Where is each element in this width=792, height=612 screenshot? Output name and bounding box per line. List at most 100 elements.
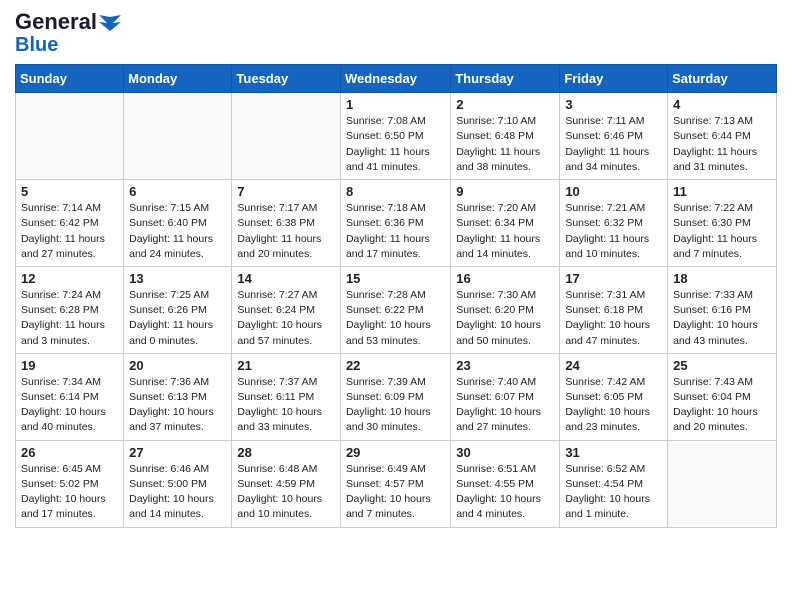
- weekday-header-sunday: Sunday: [16, 65, 124, 93]
- calendar-week-row: 26 Sunrise: 6:45 AM Sunset: 5:02 PM Dayli…: [16, 440, 777, 527]
- weekday-header-wednesday: Wednesday: [340, 65, 450, 93]
- calendar-table: SundayMondayTuesdayWednesdayThursdayFrid…: [15, 64, 777, 527]
- day-info: Sunrise: 7:18 AM Sunset: 6:36 PM Dayligh…: [346, 201, 445, 262]
- day-info: Sunrise: 7:30 AM Sunset: 6:20 PM Dayligh…: [456, 288, 554, 349]
- logo: General Blue: [15, 10, 121, 56]
- calendar-cell: [232, 93, 341, 180]
- page-header: General Blue: [15, 10, 777, 56]
- logo-bird-icon: [99, 15, 121, 31]
- day-info: Sunrise: 7:21 AM Sunset: 6:32 PM Dayligh…: [565, 201, 662, 262]
- day-number: 7: [237, 184, 335, 199]
- calendar-cell: 12 Sunrise: 7:24 AM Sunset: 6:28 PM Dayli…: [16, 266, 124, 353]
- calendar-cell: 21 Sunrise: 7:37 AM Sunset: 6:11 PM Dayli…: [232, 353, 341, 440]
- calendar-cell: 28 Sunrise: 6:48 AM Sunset: 4:59 PM Dayli…: [232, 440, 341, 527]
- calendar-cell: 26 Sunrise: 6:45 AM Sunset: 5:02 PM Dayli…: [16, 440, 124, 527]
- day-number: 31: [565, 445, 662, 460]
- day-number: 11: [673, 184, 771, 199]
- calendar-cell: 4Sunrise: 7:13 AM Sunset: 6:44 PM Daylig…: [668, 93, 777, 180]
- calendar-cell: 8 Sunrise: 7:18 AM Sunset: 6:36 PM Daylig…: [340, 180, 450, 267]
- day-info: Sunrise: 7:37 AM Sunset: 6:11 PM Dayligh…: [237, 375, 335, 436]
- day-info: Sunrise: 7:14 AM Sunset: 6:42 PM Dayligh…: [21, 201, 118, 262]
- day-number: 15: [346, 271, 445, 286]
- day-number: 20: [129, 358, 226, 373]
- day-number: 21: [237, 358, 335, 373]
- logo-blue-text: Blue: [15, 34, 58, 56]
- calendar-week-row: 12 Sunrise: 7:24 AM Sunset: 6:28 PM Dayli…: [16, 266, 777, 353]
- day-info: Sunrise: 7:08 AM Sunset: 6:50 PM Dayligh…: [346, 114, 445, 175]
- calendar-cell: 20 Sunrise: 7:36 AM Sunset: 6:13 PM Dayli…: [124, 353, 232, 440]
- day-info: Sunrise: 7:34 AM Sunset: 6:14 PM Dayligh…: [21, 375, 118, 436]
- weekday-header-row: SundayMondayTuesdayWednesdayThursdayFrid…: [16, 65, 777, 93]
- day-number: 28: [237, 445, 335, 460]
- day-number: 8: [346, 184, 445, 199]
- calendar-cell: 11 Sunrise: 7:22 AM Sunset: 6:30 PM Dayli…: [668, 180, 777, 267]
- calendar-cell: 24 Sunrise: 7:42 AM Sunset: 6:05 PM Dayli…: [560, 353, 668, 440]
- weekday-header-friday: Friday: [560, 65, 668, 93]
- day-number: 26: [21, 445, 118, 460]
- calendar-cell: 7 Sunrise: 7:17 AM Sunset: 6:38 PM Daylig…: [232, 180, 341, 267]
- day-info: Sunrise: 7:43 AM Sunset: 6:04 PM Dayligh…: [673, 375, 771, 436]
- day-number: 27: [129, 445, 226, 460]
- day-number: 12: [21, 271, 118, 286]
- day-info: Sunrise: 7:10 AM Sunset: 6:48 PM Dayligh…: [456, 114, 554, 175]
- day-info: Sunrise: 7:22 AM Sunset: 6:30 PM Dayligh…: [673, 201, 771, 262]
- day-info: Sunrise: 7:11 AM Sunset: 6:46 PM Dayligh…: [565, 114, 662, 175]
- calendar-week-row: 1 Sunrise: 7:08 AM Sunset: 6:50 PM Daylig…: [16, 93, 777, 180]
- day-info: Sunrise: 7:25 AM Sunset: 6:26 PM Dayligh…: [129, 288, 226, 349]
- day-number: 22: [346, 358, 445, 373]
- day-info: Sunrise: 7:17 AM Sunset: 6:38 PM Dayligh…: [237, 201, 335, 262]
- calendar-week-row: 19Sunrise: 7:34 AM Sunset: 6:14 PM Dayli…: [16, 353, 777, 440]
- calendar-cell: 9 Sunrise: 7:20 AM Sunset: 6:34 PM Daylig…: [451, 180, 560, 267]
- day-info: Sunrise: 7:15 AM Sunset: 6:40 PM Dayligh…: [129, 201, 226, 262]
- day-info: Sunrise: 6:51 AM Sunset: 4:55 PM Dayligh…: [456, 462, 554, 523]
- day-number: 16: [456, 271, 554, 286]
- calendar-cell: 30 Sunrise: 6:51 AM Sunset: 4:55 PM Dayli…: [451, 440, 560, 527]
- day-info: Sunrise: 7:20 AM Sunset: 6:34 PM Dayligh…: [456, 201, 554, 262]
- calendar-cell: 22 Sunrise: 7:39 AM Sunset: 6:09 PM Dayli…: [340, 353, 450, 440]
- calendar-cell: 5 Sunrise: 7:14 AM Sunset: 6:42 PM Daylig…: [16, 180, 124, 267]
- day-info: Sunrise: 7:33 AM Sunset: 6:16 PM Dayligh…: [673, 288, 771, 349]
- day-number: 24: [565, 358, 662, 373]
- calendar-week-row: 5 Sunrise: 7:14 AM Sunset: 6:42 PM Daylig…: [16, 180, 777, 267]
- calendar-cell: 18Sunrise: 7:33 AM Sunset: 6:16 PM Dayli…: [668, 266, 777, 353]
- day-info: Sunrise: 7:13 AM Sunset: 6:44 PM Dayligh…: [673, 114, 771, 175]
- day-number: 6: [129, 184, 226, 199]
- day-info: Sunrise: 6:49 AM Sunset: 4:57 PM Dayligh…: [346, 462, 445, 523]
- day-number: 2: [456, 97, 554, 112]
- calendar-cell: 13Sunrise: 7:25 AM Sunset: 6:26 PM Dayli…: [124, 266, 232, 353]
- day-info: Sunrise: 6:45 AM Sunset: 5:02 PM Dayligh…: [21, 462, 118, 523]
- day-info: Sunrise: 7:27 AM Sunset: 6:24 PM Dayligh…: [237, 288, 335, 349]
- calendar-cell: [124, 93, 232, 180]
- calendar-cell: 29 Sunrise: 6:49 AM Sunset: 4:57 PM Dayli…: [340, 440, 450, 527]
- day-number: 30: [456, 445, 554, 460]
- calendar-cell: [16, 93, 124, 180]
- day-number: 10: [565, 184, 662, 199]
- day-info: Sunrise: 7:24 AM Sunset: 6:28 PM Dayligh…: [21, 288, 118, 349]
- calendar-cell: 15 Sunrise: 7:28 AM Sunset: 6:22 PM Dayli…: [340, 266, 450, 353]
- calendar-cell: 3Sunrise: 7:11 AM Sunset: 6:46 PM Daylig…: [560, 93, 668, 180]
- day-info: Sunrise: 6:48 AM Sunset: 4:59 PM Dayligh…: [237, 462, 335, 523]
- day-info: Sunrise: 7:36 AM Sunset: 6:13 PM Dayligh…: [129, 375, 226, 436]
- day-info: Sunrise: 6:46 AM Sunset: 5:00 PM Dayligh…: [129, 462, 226, 523]
- day-number: 9: [456, 184, 554, 199]
- day-number: 29: [346, 445, 445, 460]
- day-number: 17: [565, 271, 662, 286]
- calendar-cell: 16 Sunrise: 7:30 AM Sunset: 6:20 PM Dayli…: [451, 266, 560, 353]
- day-number: 5: [21, 184, 118, 199]
- calendar-cell: 27 Sunrise: 6:46 AM Sunset: 5:00 PM Dayli…: [124, 440, 232, 527]
- calendar-cell: 19Sunrise: 7:34 AM Sunset: 6:14 PM Dayli…: [16, 353, 124, 440]
- calendar-cell: 2 Sunrise: 7:10 AM Sunset: 6:48 PM Daylig…: [451, 93, 560, 180]
- day-info: Sunrise: 7:39 AM Sunset: 6:09 PM Dayligh…: [346, 375, 445, 436]
- calendar-cell: 25 Sunrise: 7:43 AM Sunset: 6:04 PM Dayli…: [668, 353, 777, 440]
- calendar-cell: 10 Sunrise: 7:21 AM Sunset: 6:32 PM Dayli…: [560, 180, 668, 267]
- day-info: Sunrise: 7:42 AM Sunset: 6:05 PM Dayligh…: [565, 375, 662, 436]
- calendar-cell: 31 Sunrise: 6:52 AM Sunset: 4:54 PM Dayli…: [560, 440, 668, 527]
- calendar-cell: 14Sunrise: 7:27 AM Sunset: 6:24 PM Dayli…: [232, 266, 341, 353]
- calendar-cell: 6 Sunrise: 7:15 AM Sunset: 6:40 PM Daylig…: [124, 180, 232, 267]
- day-info: Sunrise: 7:28 AM Sunset: 6:22 PM Dayligh…: [346, 288, 445, 349]
- calendar-cell: 17Sunrise: 7:31 AM Sunset: 6:18 PM Dayli…: [560, 266, 668, 353]
- day-number: 1: [346, 97, 445, 112]
- day-number: 25: [673, 358, 771, 373]
- day-info: Sunrise: 7:40 AM Sunset: 6:07 PM Dayligh…: [456, 375, 554, 436]
- day-info: Sunrise: 6:52 AM Sunset: 4:54 PM Dayligh…: [565, 462, 662, 523]
